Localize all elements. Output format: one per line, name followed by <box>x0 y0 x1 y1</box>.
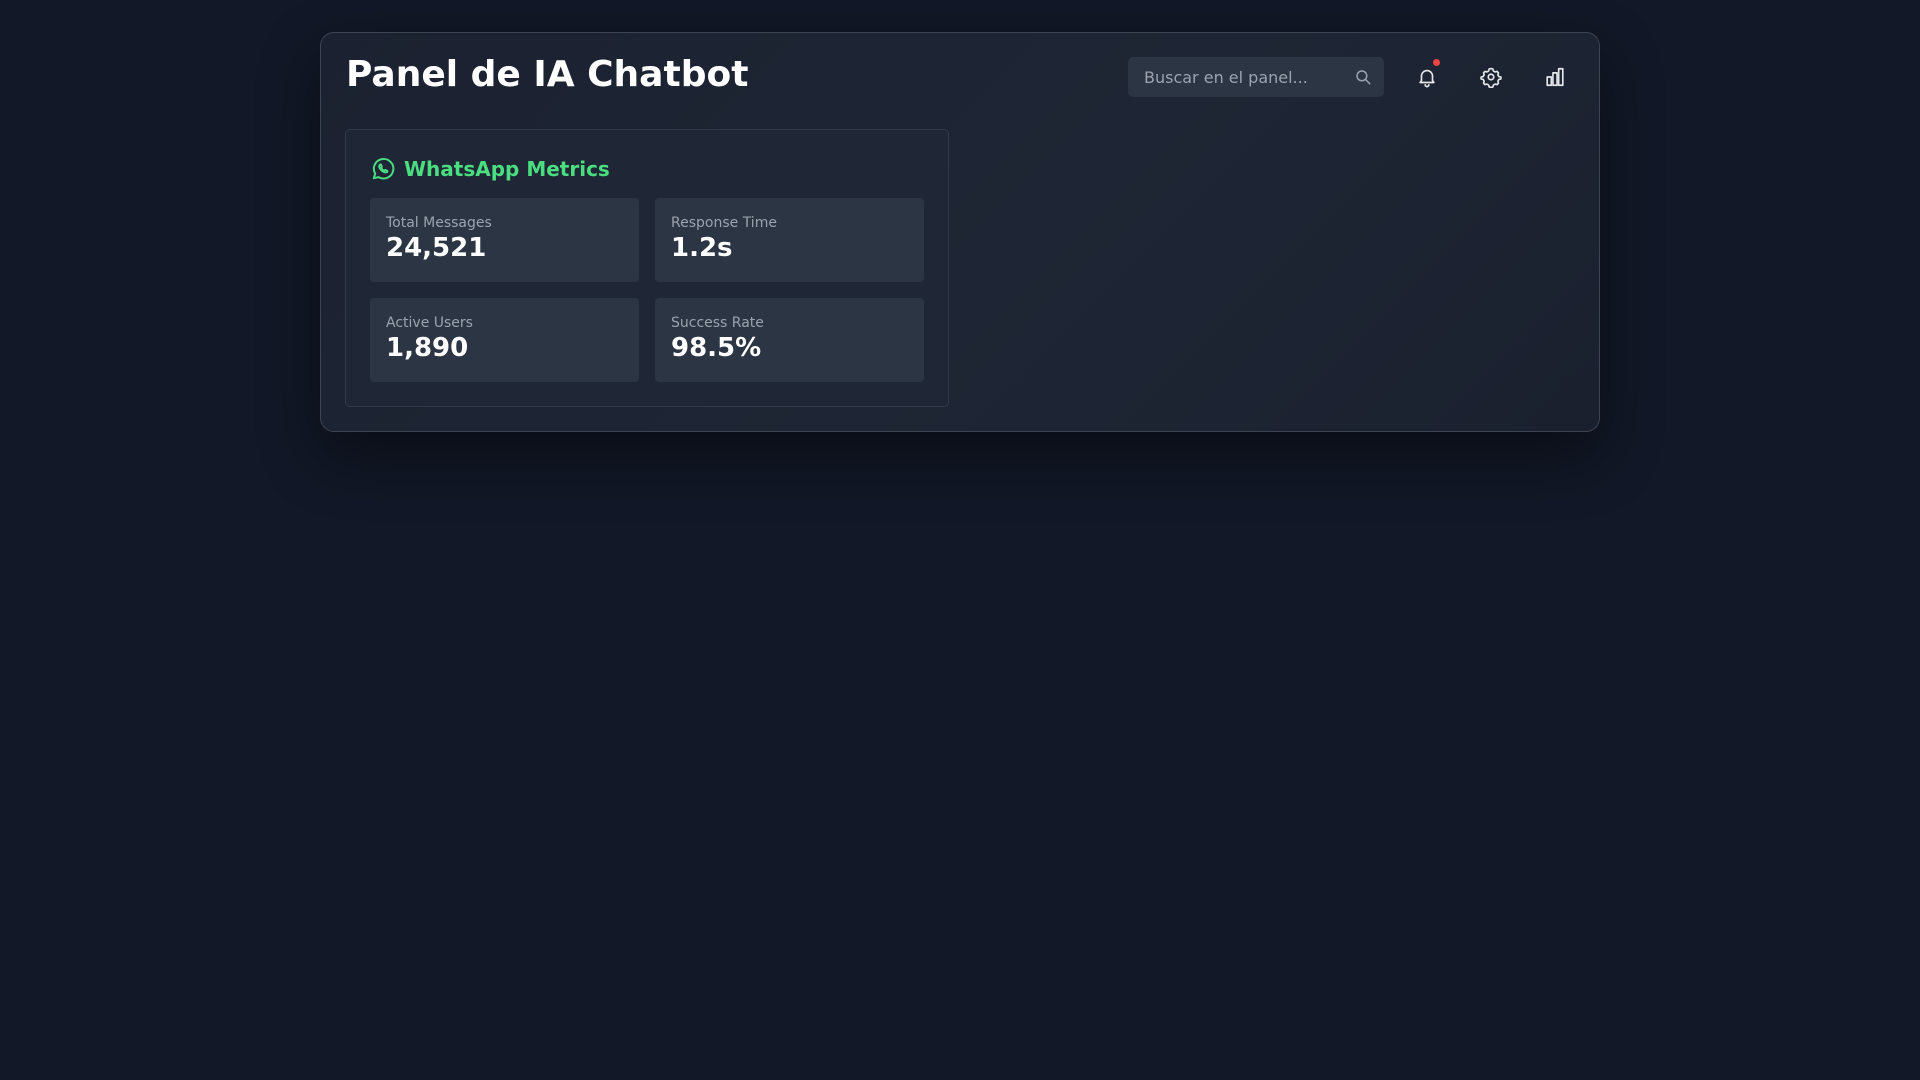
card-header: WhatsApp Metrics <box>370 156 610 182</box>
metric-value: 1.2s <box>671 232 733 263</box>
search-box[interactable] <box>1128 57 1384 97</box>
page-title: Panel de IA Chatbot <box>346 54 749 95</box>
metric-value: 1,890 <box>386 332 469 363</box>
bar-chart-icon <box>1546 67 1564 87</box>
metric-label: Total Messages <box>386 215 492 231</box>
metric-label: Response Time <box>671 215 777 231</box>
metric-value: 98.5% <box>671 332 762 363</box>
metric-success-rate: Success Rate 98.5% <box>655 298 924 382</box>
dashboard-panel: Panel de IA Chatbot Buscar en el panel..… <box>320 32 1600 432</box>
notification-badge <box>1433 59 1440 66</box>
metric-label: Success Rate <box>671 315 764 331</box>
settings-button[interactable] <box>1471 57 1511 97</box>
analytics-button[interactable] <box>1535 57 1575 97</box>
gear-icon <box>1480 67 1502 88</box>
search-input[interactable] <box>1128 57 1338 97</box>
whatsapp-metrics-card: WhatsApp Metrics Total Messages 24,521 R… <box>345 129 949 407</box>
metric-value: 24,521 <box>386 232 487 263</box>
metric-active-users: Active Users 1,890 <box>370 298 639 382</box>
metric-total-messages: Total Messages 24,521 <box>370 198 639 282</box>
whatsapp-icon <box>372 158 395 180</box>
notifications-button[interactable] <box>1407 57 1447 97</box>
card-title: WhatsApp Metrics <box>404 157 610 181</box>
metric-label: Active Users <box>386 315 473 331</box>
search-icon[interactable] <box>1354 68 1372 86</box>
bell-icon <box>1419 69 1435 88</box>
metric-response-time: Response Time 1.2s <box>655 198 924 282</box>
